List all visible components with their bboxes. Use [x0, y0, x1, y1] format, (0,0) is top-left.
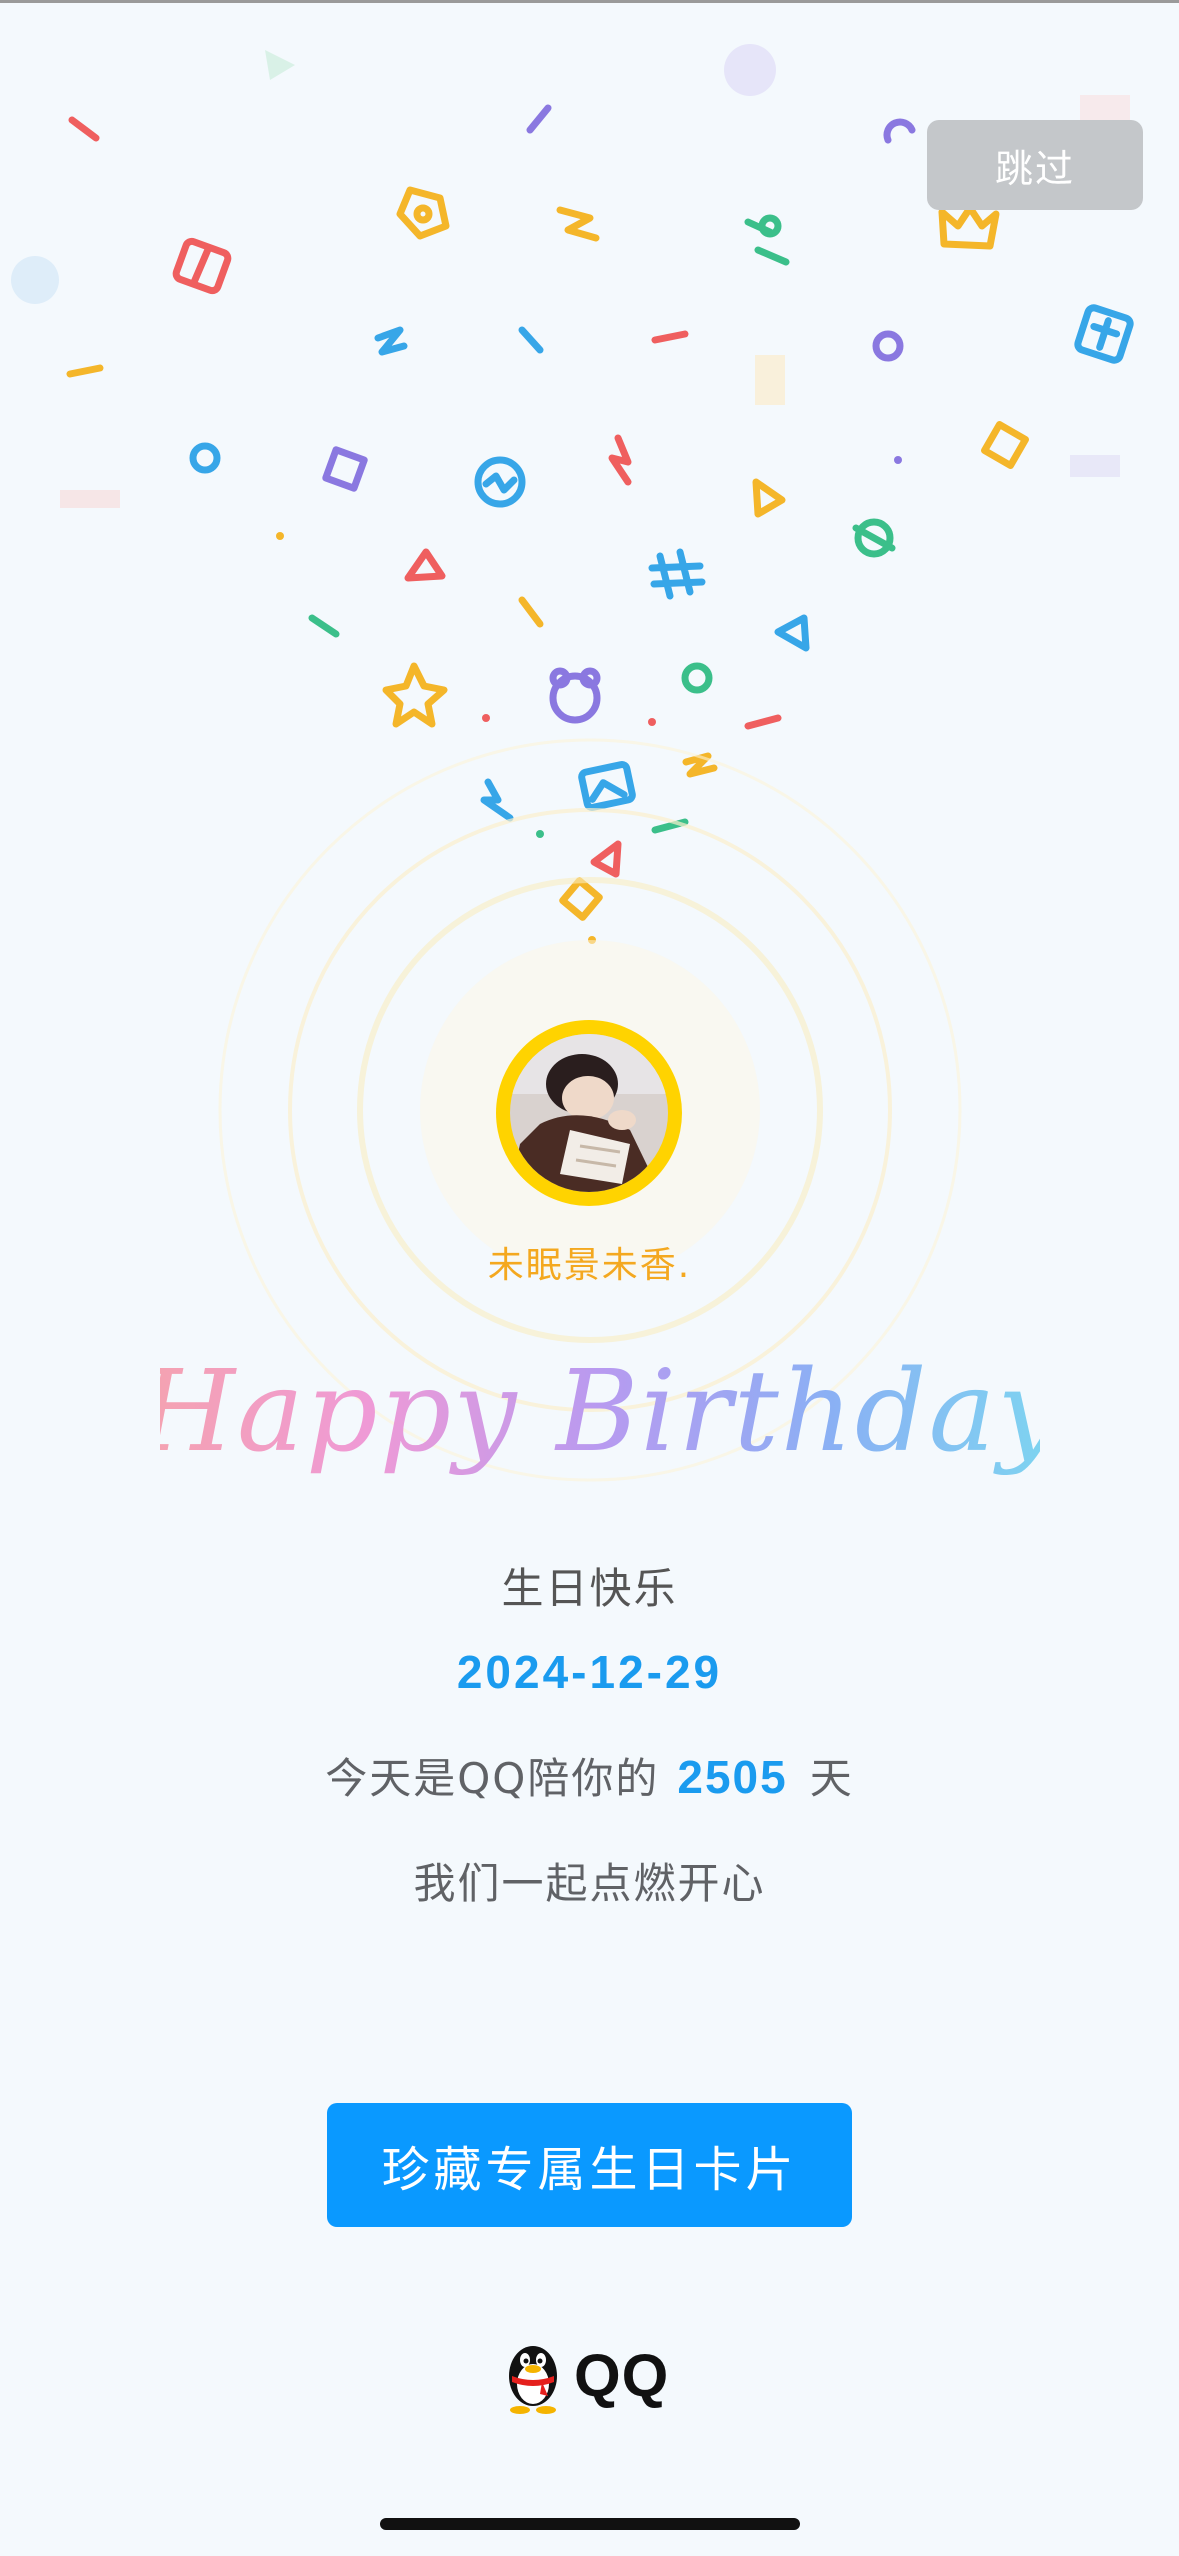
birthday-date: 2024-12-29	[456, 1646, 723, 1698]
skip-button[interactable]: 跳过	[927, 120, 1143, 210]
home-indicator[interactable]	[380, 2518, 800, 2530]
save-birthday-card-button[interactable]: 珍藏专属生日卡片	[327, 2103, 852, 2227]
qq-penguin-icon	[509, 2346, 557, 2414]
happy-birthday-title: Happy Birthday	[160, 1347, 1040, 1477]
together-message: 我们一起点燃开心	[413, 1859, 766, 1908]
user-nickname: 未眠景未香.	[487, 1245, 692, 1286]
days-suffix: 天	[809, 1754, 854, 1803]
days-prefix: 今天是QQ陪你的	[325, 1754, 660, 1803]
avatar-photo	[510, 1034, 668, 1192]
happy-birthday-text: Happy Birthday	[160, 1347, 1040, 1477]
days-with-qq: 今天是QQ陪你的 2505 天	[0, 1745, 1179, 1806]
qq-brand-text: QQ	[574, 2341, 670, 2409]
birthday-screen: 跳过 未眠景未香. Happy Birthday 生日快乐 2024-12-29…	[0, 0, 1179, 2556]
days-count: 2505	[677, 1751, 788, 1803]
qq-logo: QQ	[500, 2335, 669, 2415]
birthday-subtitle: 生日快乐	[501, 1564, 678, 1613]
avatar[interactable]	[496, 1020, 682, 1206]
